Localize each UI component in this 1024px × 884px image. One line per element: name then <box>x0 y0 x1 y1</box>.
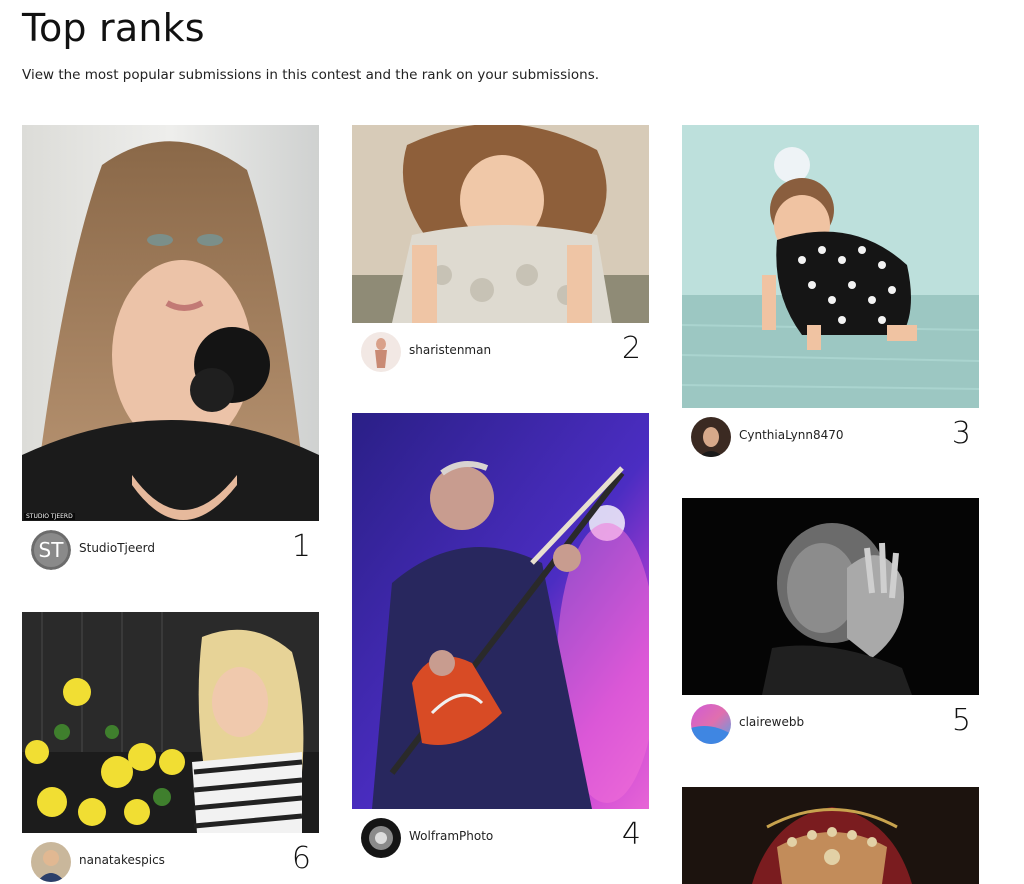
submission-card: CynthiaLynn8470 3 <box>682 125 979 466</box>
rank-number: 4 <box>621 817 641 852</box>
username-link[interactable]: nanatakespics <box>79 853 165 867</box>
submission-card: sharistenman 2 <box>352 125 649 381</box>
page-title: Top ranks <box>22 6 205 50</box>
rank-number: 3 <box>951 416 971 451</box>
user-avatar[interactable] <box>361 818 401 858</box>
photo-watermark: STUDIO TJEERD <box>24 513 75 520</box>
submission-meta: ST StudioTjeerd 1 <box>22 521 319 579</box>
submission-meta: clairewebb 5 <box>682 695 979 753</box>
avatar-photo-icon <box>691 417 731 457</box>
rank-number: 1 <box>291 529 311 564</box>
child-curly-hair-image <box>352 125 649 323</box>
submission-photo[interactable] <box>682 787 979 884</box>
man-black-white-image <box>682 498 979 695</box>
submission-photo[interactable] <box>22 612 319 833</box>
submission-card: STUDIO TJEERD ST StudioTjeerd 1 <box>22 125 319 579</box>
submission-photo[interactable]: STUDIO TJEERD <box>22 125 319 521</box>
username-link[interactable]: StudioTjeerd <box>79 541 155 555</box>
avatar-photo-icon <box>361 818 401 858</box>
submission-meta: sharistenman 2 <box>352 323 649 381</box>
rank-number: 6 <box>291 841 311 876</box>
page-subtitle: View the most popular submissions in thi… <box>22 67 600 83</box>
avatar-initials: ST <box>39 538 65 562</box>
submission-photo[interactable] <box>682 498 979 695</box>
top-ranks-page: Top ranks View the most popular submissi… <box>0 0 1024 884</box>
toddler-in-water-image <box>682 125 979 408</box>
submission-meta: WolframPhoto 4 <box>352 809 649 867</box>
user-avatar[interactable] <box>691 704 731 744</box>
submission-card <box>682 787 979 884</box>
username-link[interactable]: clairewebb <box>739 715 804 729</box>
rank-number: 5 <box>951 703 971 738</box>
submission-photo[interactable] <box>352 413 649 809</box>
avatar-photo-icon <box>361 332 401 372</box>
submission-card: clairewebb 5 <box>682 498 979 753</box>
submission-photo[interactable] <box>352 125 649 323</box>
user-avatar[interactable] <box>691 417 731 457</box>
username-link[interactable]: WolframPhoto <box>409 829 493 843</box>
user-avatar[interactable] <box>361 332 401 372</box>
avatar-gradient-icon <box>691 704 731 744</box>
username-link[interactable]: sharistenman <box>409 343 491 357</box>
username-link[interactable]: CynthiaLynn8470 <box>739 428 844 442</box>
avatar-photo-icon <box>31 842 71 882</box>
submission-photo[interactable] <box>682 125 979 408</box>
avatar-initials-icon: ST <box>31 530 71 570</box>
rank-number: 2 <box>621 331 641 366</box>
user-avatar[interactable]: ST <box>31 530 71 570</box>
submission-card: WolframPhoto 4 <box>352 413 649 867</box>
submission-meta: CynthiaLynn8470 3 <box>682 408 979 466</box>
guitarist-on-stage-image <box>352 413 649 809</box>
user-avatar[interactable] <box>31 842 71 882</box>
portrait-woman-image <box>22 125 319 521</box>
submission-card: nanatakespics 6 <box>22 612 319 884</box>
woman-headdress-image <box>682 787 979 884</box>
submission-meta: nanatakespics 6 <box>22 833 319 884</box>
girl-with-yellow-flowers-image <box>22 612 319 833</box>
